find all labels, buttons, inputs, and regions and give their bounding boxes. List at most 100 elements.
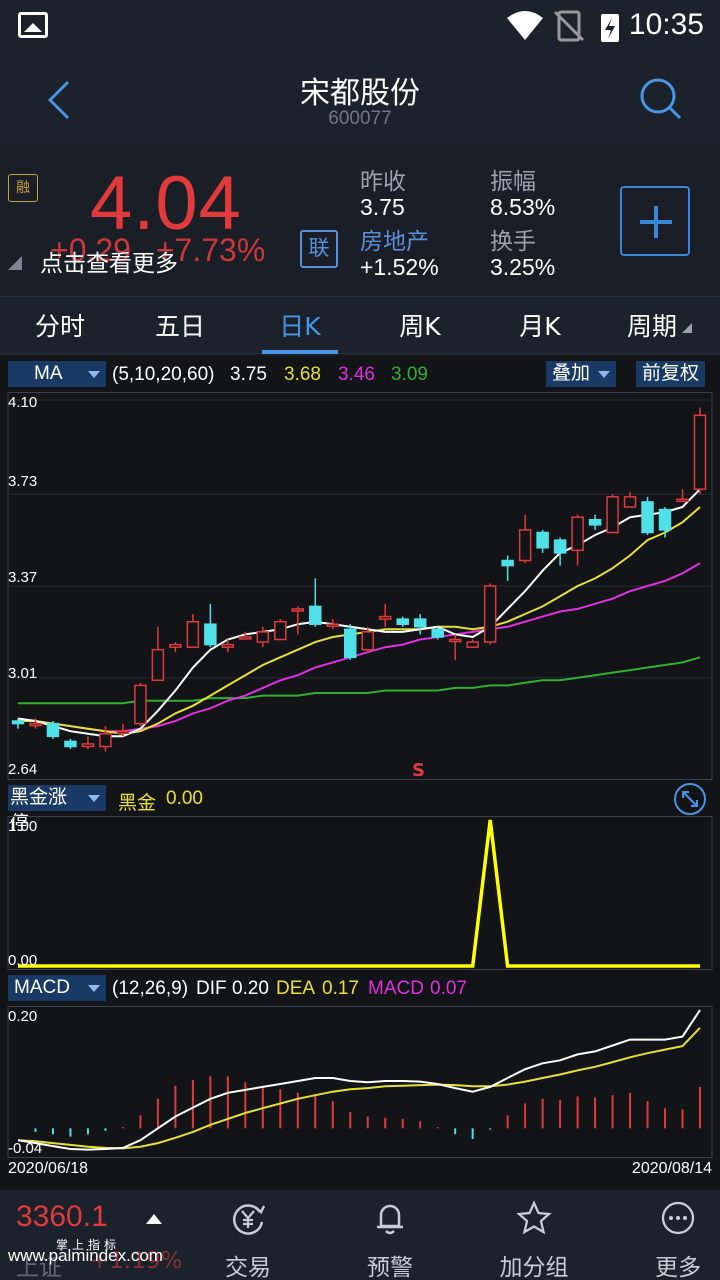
ma-dropdown[interactable]: MA (8, 361, 106, 387)
status-bar: 10:35 (0, 0, 720, 52)
nav-trade-label: 交易 (225, 1255, 271, 1280)
candle-body (693, 414, 707, 490)
nav-more[interactable]: 更多 (618, 1190, 720, 1280)
margin-badge: 融 (8, 174, 38, 202)
index-up-icon (146, 1214, 162, 1224)
tab-intraday[interactable]: 分时 (5, 307, 115, 343)
expand-corner-icon (8, 256, 22, 270)
candle-body (326, 623, 340, 627)
ma5-value: 3.75 (230, 364, 267, 385)
more-icon (661, 1201, 695, 1235)
candle-body (588, 519, 602, 526)
ma10-line (18, 506, 701, 735)
nav-alert[interactable]: 预警 (330, 1190, 450, 1280)
ma-indicator-bar: MA (5,10,20,60) 3.75 3.68 3.46 3.09 叠加 前… (0, 358, 720, 390)
candle-body (116, 730, 130, 734)
macd-value: 0.07 (430, 978, 467, 999)
candle-body (413, 618, 427, 628)
y-tick-label: 3.73 (8, 473, 38, 490)
tab-weekly-k[interactable]: 周K (365, 307, 475, 343)
candle-body (501, 559, 514, 567)
hj-indicator-bar: 黑金涨停 黑金 0.00 (0, 782, 720, 834)
candle-body (396, 618, 409, 625)
ma-name: MA (34, 363, 63, 384)
macd-indicator-bar: MACD (12,26,9) DIF 0.20 DEA 0.17 MACD 0.… (0, 972, 720, 1004)
candle-body (448, 638, 462, 643)
candle-body (483, 585, 497, 643)
add-watchlist-button[interactable] (620, 186, 690, 256)
fullscreen-icon[interactable] (673, 782, 707, 816)
hj-y-tick: 0.00 (8, 952, 38, 969)
search-icon[interactable] (636, 74, 686, 124)
active-tab-indicator (262, 350, 338, 354)
period-tabs: 分时 五日 日K 周K 月K 周期 (0, 296, 720, 354)
nav-alert-label: 预警 (367, 1255, 413, 1280)
candle-body (571, 516, 584, 552)
candle-body (151, 648, 165, 682)
candle-body (378, 615, 392, 620)
candle-body (553, 539, 567, 554)
period-dropdown-icon (682, 323, 692, 333)
ma20-value: 3.46 (338, 364, 375, 385)
stock-code: 600077 (328, 108, 392, 129)
tab-five-day[interactable]: 五日 (125, 307, 235, 343)
tab-monthly-k[interactable]: 月K (485, 307, 595, 343)
y-tick-label: 4.10 (8, 394, 38, 411)
amplitude-value: 8.53% (490, 194, 556, 220)
macd-dropdown[interactable]: MACD (8, 975, 106, 1001)
chart-area[interactable]: MA (5,10,20,60) 3.75 3.68 3.46 3.09 叠加 前… (0, 356, 720, 1190)
candle-body (309, 605, 322, 625)
nav-trade[interactable]: 交易 (188, 1190, 308, 1280)
ma-params: (5,10,20,60) (112, 364, 215, 385)
dif-line (17, 1009, 701, 1151)
candle-body (134, 684, 147, 725)
turnover-label: 换手 (490, 229, 536, 255)
overlay-button[interactable]: 叠加 (546, 361, 617, 387)
wifi-icon (507, 11, 543, 40)
candle-body (256, 631, 270, 643)
hj-dropdown[interactable]: 黑金涨停 (8, 785, 106, 834)
index-value[interactable]: 3360.1 (16, 1200, 108, 1234)
ma10-value: 3.68 (284, 364, 321, 385)
quote-panel[interactable]: 融 4.04 +0.29 +7.73% 点击查看更多 联 昨收 3.75 房地产… (0, 148, 720, 288)
ma60-line (18, 656, 701, 705)
sell-marker: S (412, 760, 425, 781)
y-tick-label: 3.37 (8, 569, 38, 586)
tab-daily-k[interactable]: 日K (245, 307, 355, 343)
status-icons (507, 10, 619, 42)
macd-chart[interactable] (0, 1006, 720, 1158)
candle-body (658, 508, 672, 531)
prev-close-label: 昨收 (360, 169, 406, 195)
dif-value: 0.20 (232, 978, 269, 999)
nav-add-group-label: 加分组 (499, 1255, 569, 1280)
more-hint[interactable]: 点击查看更多 (40, 244, 178, 278)
dea-label: DEA (276, 978, 316, 999)
watermark-site: www.palmindex.com (8, 1246, 163, 1265)
macd-label: MACD (368, 978, 424, 999)
sector-change: +1.52% (360, 254, 439, 280)
amplitude-label: 振幅 (490, 169, 536, 195)
candlestick-chart[interactable] (0, 392, 720, 780)
link-button[interactable]: 联 (300, 230, 338, 268)
candle-body (641, 501, 654, 534)
bell-icon (377, 1204, 403, 1235)
macd-params: (12,26,9) (112, 978, 189, 999)
candle-body (676, 498, 689, 503)
macd-y-tick: 0.20 (8, 1008, 38, 1025)
candle-body (518, 529, 532, 562)
sector-link[interactable]: 房地产 (360, 222, 429, 256)
dea-value: 0.17 (322, 978, 359, 999)
candle-body (623, 496, 637, 508)
dif-label: DIF (196, 978, 227, 999)
candle-body (186, 620, 200, 648)
hj-chart[interactable] (0, 816, 720, 970)
nav-more-label: 更多 (655, 1255, 701, 1280)
header: 宋都股份 600077 (0, 52, 720, 144)
adjust-button[interactable]: 前复权 (636, 361, 706, 387)
chart-frame (7, 816, 713, 970)
nav-add-group[interactable]: 加分组 (474, 1190, 594, 1280)
star-icon (516, 1200, 552, 1235)
dea-line (17, 1027, 701, 1150)
candle-body (606, 496, 619, 534)
candle-body (169, 643, 182, 648)
